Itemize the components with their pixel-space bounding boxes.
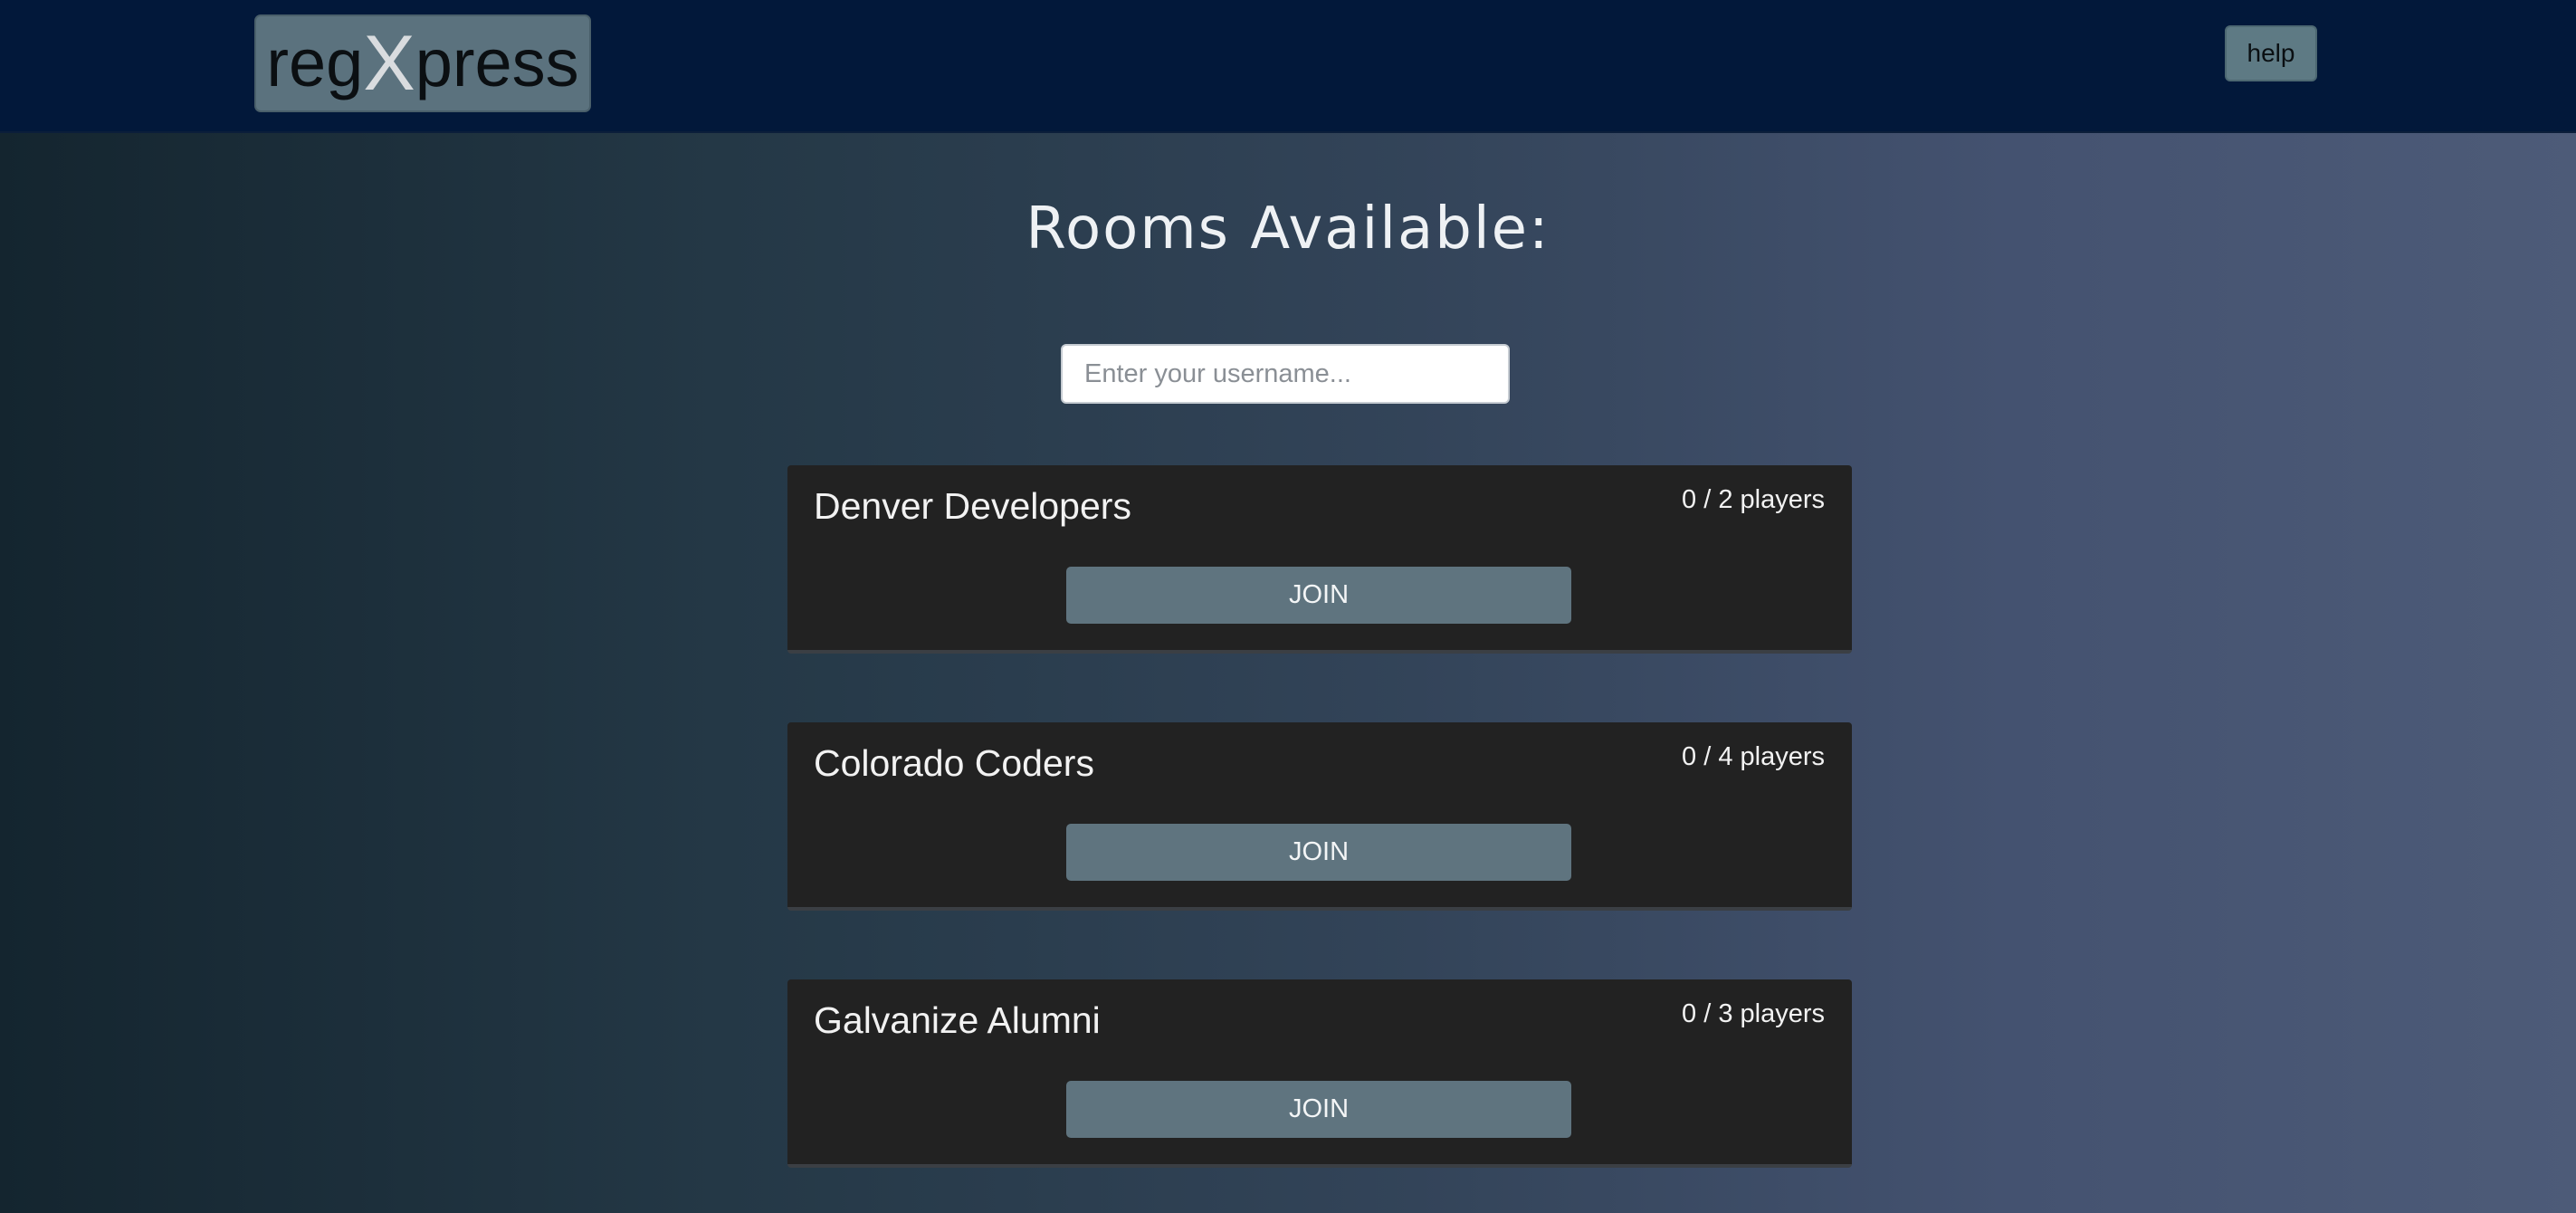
room-card-galvanize-alumni: Galvanize Alumni 0 / 3 players JOIN <box>787 979 1852 1168</box>
logo[interactable]: reg Xpress <box>254 14 591 112</box>
room-card-colorado-coders: Colorado Coders 0 / 4 players JOIN <box>787 722 1852 911</box>
username-input[interactable] <box>1061 344 1510 404</box>
room-name: Galvanize Alumni <box>814 999 1101 1041</box>
room-card-denver-developers: Denver Developers 0 / 2 players JOIN <box>787 465 1852 654</box>
help-button[interactable]: help <box>2225 25 2317 81</box>
page-title: Rooms Available: <box>1026 196 1550 263</box>
room-player-count: 0 / 4 players <box>1682 742 1825 771</box>
room-name: Denver Developers <box>814 485 1131 527</box>
join-button[interactable]: JOIN <box>1066 567 1571 624</box>
top-navbar: reg Xpress help <box>0 0 2576 133</box>
logo-text-prefix: reg <box>266 25 364 100</box>
room-name: Colorado Coders <box>814 742 1094 784</box>
join-button[interactable]: JOIN <box>1066 824 1571 881</box>
logo-text-x: X <box>363 20 415 107</box>
join-button[interactable]: JOIN <box>1066 1081 1571 1138</box>
room-player-count: 0 / 2 players <box>1682 485 1825 514</box>
logo-text-suffix: press <box>415 25 579 100</box>
room-player-count: 0 / 3 players <box>1682 999 1825 1028</box>
